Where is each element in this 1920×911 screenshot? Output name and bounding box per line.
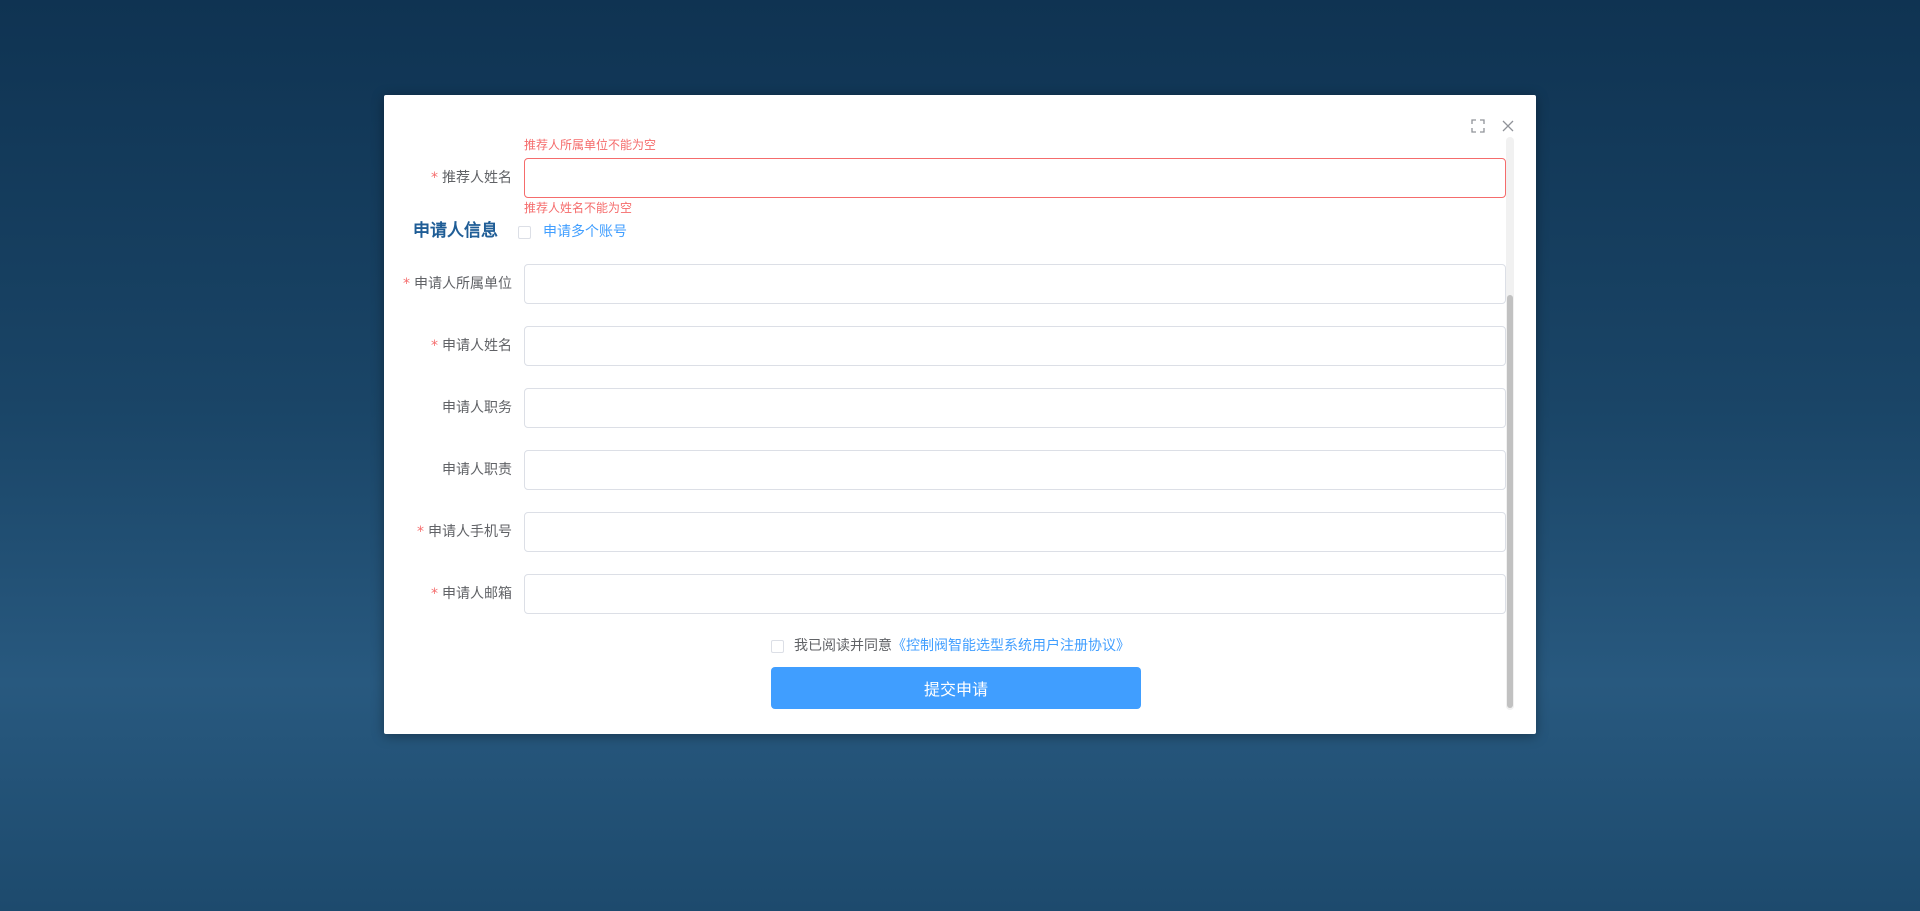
close-button[interactable] [1498,116,1518,136]
applicant-name-label: * 申请人姓名 [431,338,512,354]
scrollbar-thumb[interactable] [1507,295,1513,708]
agreement-text: 我已阅读并同意《控制阀智能选型系统用户注册协议》 [794,638,1130,654]
submit-button[interactable]: 提交申请 [771,667,1141,709]
recommender-name-error: 推荐人姓名不能为空 [524,201,633,215]
applicant-phone-input[interactable] [524,512,1506,552]
agreement-link[interactable]: 《控制阀智能选型系统用户注册协议》 [892,638,1130,654]
required-mark: * [431,170,438,186]
applicant-section-title: 申请人信息 [413,221,498,241]
recommender-unit-error: 推荐人所属单位不能为空 [524,138,657,152]
agreement-checkbox[interactable] [771,640,784,653]
multi-account-label[interactable]: 申请多个账号 [543,223,627,241]
applicant-phone-label: * 申请人手机号 [417,524,512,540]
applicant-duty-label: 申请人职责 [442,462,512,478]
applicant-email-label: * 申请人邮箱 [431,586,512,602]
applicant-position-input[interactable] [524,388,1506,428]
applicant-position-label: 申请人职务 [442,400,512,416]
fullscreen-icon [1471,119,1485,133]
multi-account-checkbox[interactable] [518,226,531,239]
applicant-email-input[interactable] [524,574,1506,614]
applicant-unit-label: * 申请人所属单位 [403,276,512,292]
applicant-unit-input[interactable] [524,264,1506,304]
recommender-name-input[interactable] [524,158,1506,198]
applicant-duty-input[interactable] [524,450,1506,490]
fullscreen-button[interactable] [1468,116,1488,136]
recommender-name-label: * 推荐人姓名 [431,170,512,186]
close-icon [1502,120,1514,132]
applicant-name-input[interactable] [524,326,1506,366]
